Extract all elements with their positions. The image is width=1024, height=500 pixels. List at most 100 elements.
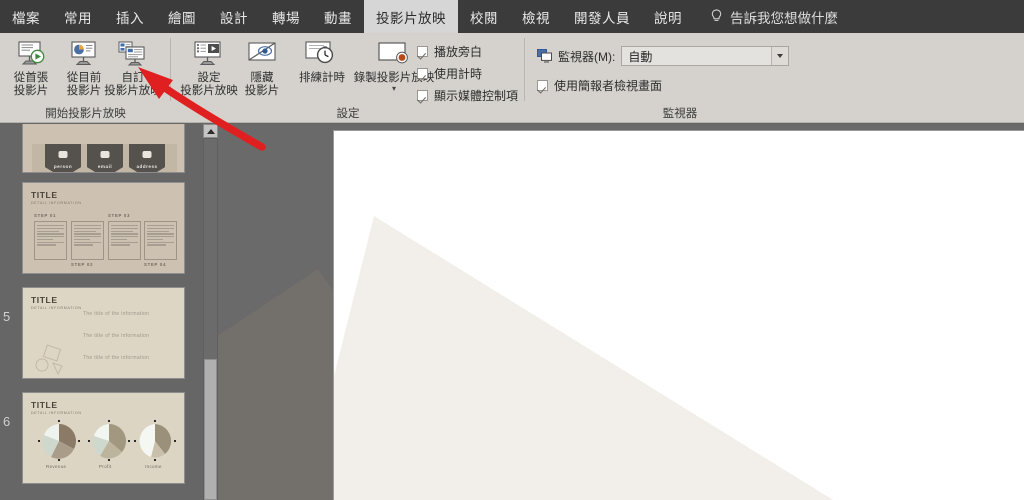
- custom-show-label-1: 自訂: [121, 72, 145, 84]
- thumbnail-slide-4-preview: person email address: [22, 124, 185, 173]
- slide-7-title: TITLE: [31, 400, 58, 410]
- tab-help[interactable]: 說明: [642, 0, 694, 33]
- setup-show-label-1: 設定: [197, 72, 221, 84]
- slide-7-pie-1: [42, 424, 76, 459]
- from-beginning-label-2: 投影片: [13, 85, 49, 97]
- slide-7-pie-label-3: Income: [145, 464, 162, 469]
- tab-view[interactable]: 檢視: [510, 0, 562, 33]
- slide-7-subtitle: DETAIL INFORMATION: [31, 411, 82, 415]
- tab-design[interactable]: 設計: [208, 0, 260, 33]
- badge-address: address: [129, 144, 165, 172]
- thumbnail-scrollbar[interactable]: [203, 124, 218, 500]
- slide-5-step-3-label: STEP 03: [108, 213, 131, 218]
- play-narrations-box[interactable]: [417, 46, 428, 57]
- play-screen-icon: [16, 37, 46, 70]
- setup-show-icon: [193, 37, 225, 70]
- slide-thumbnail-pane[interactable]: person email address TITLE DETAIL INFORM…: [0, 124, 203, 500]
- powerpoint-window: 檔案 常用 插入 繪圖 設計 轉場 動畫 投影片放映 校閱 檢視 開發人員 說明…: [0, 0, 1024, 500]
- tab-developer[interactable]: 開發人員: [562, 0, 642, 33]
- tab-insert[interactable]: 插入: [104, 0, 156, 33]
- slide-6-para-2: The title of the information: [83, 333, 150, 339]
- tab-review[interactable]: 校閱: [458, 0, 510, 33]
- button-set-up-slide-show[interactable]: 設定 投影片放映: [180, 37, 238, 98]
- slide-5-title: TITLE: [31, 190, 58, 200]
- thumbnail-slide-7-preview: TITLE DETAIL INFORMATION Revenue Profit …: [22, 392, 185, 484]
- monitor-dropdown-caret-icon[interactable]: [771, 47, 789, 65]
- ribbon-group-setup: 設定 投影片放映 隱藏 投影片 排練計時 錄製投影片放映 ▾ 播放旁白 使用計時…: [171, 33, 525, 123]
- tell-me-search[interactable]: 告訴我您想做什麼: [694, 0, 848, 33]
- use-presenter-view-box[interactable]: [537, 80, 548, 91]
- checkbox-show-media-controls[interactable]: 顯示媒體控制項: [417, 87, 518, 104]
- group-label-monitors: 監視器: [662, 108, 698, 120]
- from-beginning-label-1: 從首張: [13, 72, 49, 84]
- ribbon-group-start-slideshow: 從首張 投影片 從目前 投影片 自訂 投影片放映 開始投影片放映: [0, 33, 171, 123]
- use-presenter-view-label: 使用簡報者檢視畫面: [554, 79, 663, 93]
- checkbox-use-timings[interactable]: 使用計時: [417, 65, 482, 82]
- slide-6-decoration-icon: [35, 344, 63, 376]
- badge-email: email: [87, 144, 123, 172]
- button-from-beginning[interactable]: 從首張 投影片: [5, 37, 57, 98]
- slide-5-step-2-label: STEP 02: [71, 262, 94, 267]
- tab-transitions[interactable]: 轉場: [260, 0, 312, 33]
- monitor-label: 監視器(M):: [558, 49, 616, 64]
- setup-show-label-2: 投影片放映: [180, 85, 238, 97]
- tab-slide-show[interactable]: 投影片放映: [364, 0, 458, 33]
- button-hide-slide[interactable]: 隱藏 投影片: [236, 37, 288, 98]
- record-icon: [376, 37, 412, 70]
- record-dropdown-caret-icon[interactable]: ▾: [392, 85, 396, 93]
- current-slide[interactable]: [334, 131, 1024, 500]
- monitor-dropdown[interactable]: 自動: [621, 46, 790, 66]
- hide-slide-label-1: 隱藏: [250, 72, 274, 84]
- checkbox-play-narrations[interactable]: 播放旁白: [417, 43, 482, 60]
- rehearse-timings-label: 排練計時: [299, 72, 345, 84]
- scrollbar-thumb[interactable]: [204, 359, 217, 500]
- slide-6-para-3: The title of the information: [83, 355, 150, 361]
- monitor-value: 自動: [628, 49, 653, 64]
- slide-6-para-1: The title of the information: [83, 311, 150, 317]
- tab-animations[interactable]: 動畫: [312, 0, 364, 33]
- hide-slide-label-2: 投影片: [244, 85, 280, 97]
- thumbnail-slide-5[interactable]: TITLE DETAIL INFORMATION STEP 01 STEP 03…: [22, 182, 185, 274]
- use-timings-label: 使用計時: [434, 67, 483, 81]
- thumbnail-slide-4[interactable]: person email address: [22, 124, 185, 173]
- tell-me-label: 告訴我您想做什麼: [730, 10, 838, 26]
- custom-show-label-2: 投影片放映: [104, 85, 162, 97]
- scroll-up-arrow-icon: [206, 128, 215, 134]
- slide-5-subtitle: DETAIL INFORMATION: [31, 201, 82, 205]
- ribbon: 從首張 投影片 從目前 投影片 自訂 投影片放映 開始投影片放映 設定 投影片放…: [0, 33, 1024, 123]
- monitor-selector-row: 監視器(M): 自動: [537, 46, 790, 66]
- use-timings-box[interactable]: [417, 68, 428, 79]
- current-slide-icon: [69, 37, 99, 70]
- slide-6-subtitle: DETAIL INFORMATION: [31, 306, 82, 310]
- lightbulb-icon: [711, 9, 722, 21]
- tab-file[interactable]: 檔案: [0, 0, 52, 33]
- slide-7-pie-label-1: Revenue: [46, 464, 67, 469]
- button-rehearse-timings[interactable]: 排練計時: [291, 37, 353, 85]
- tab-home[interactable]: 常用: [52, 0, 104, 33]
- scroll-up-button[interactable]: [203, 124, 218, 138]
- thumbnail-slide-5-preview: TITLE DETAIL INFORMATION STEP 01 STEP 03…: [22, 182, 185, 274]
- thumbnail-slide-6[interactable]: TITLE DETAIL INFORMATION The title of th…: [22, 287, 185, 379]
- checkbox-use-presenter-view[interactable]: 使用簡報者檢視畫面: [537, 77, 662, 94]
- tab-draw[interactable]: 繪圖: [156, 0, 208, 33]
- thumbnail-slide-7[interactable]: TITLE DETAIL INFORMATION Revenue Profit …: [22, 392, 185, 484]
- slide-5-step-1-label: STEP 01: [34, 213, 57, 218]
- slide-editing-canvas[interactable]: [218, 124, 1024, 500]
- button-custom-slide-show[interactable]: 自訂 投影片放映: [97, 37, 169, 98]
- group-label-setup: 設定: [336, 108, 360, 120]
- play-narrations-label: 播放旁白: [434, 45, 483, 59]
- slide-number-5: 5: [3, 309, 11, 324]
- slide-diagonal-shape: [334, 216, 859, 500]
- ribbon-group-monitors: 監視器(M): 自動 使用簡報者檢視畫面 監視器: [525, 33, 835, 123]
- show-media-controls-label: 顯示媒體控制項: [434, 89, 519, 103]
- slide-7-pie-label-2: Profit: [99, 464, 112, 469]
- thumbnail-slide-6-preview: TITLE DETAIL INFORMATION The title of th…: [22, 287, 185, 379]
- slide-7-pie-2: [92, 423, 127, 459]
- badge-person: person: [45, 144, 81, 172]
- hide-slide-icon: [246, 37, 278, 70]
- custom-show-icon: [117, 37, 149, 70]
- ribbon-tab-bar: 檔案 常用 插入 繪圖 設計 轉場 動畫 投影片放映 校閱 檢視 開發人員 說明…: [0, 0, 1024, 33]
- monitor-icon: [537, 49, 552, 63]
- slide-number-6: 6: [3, 414, 11, 429]
- show-media-controls-box[interactable]: [417, 90, 428, 101]
